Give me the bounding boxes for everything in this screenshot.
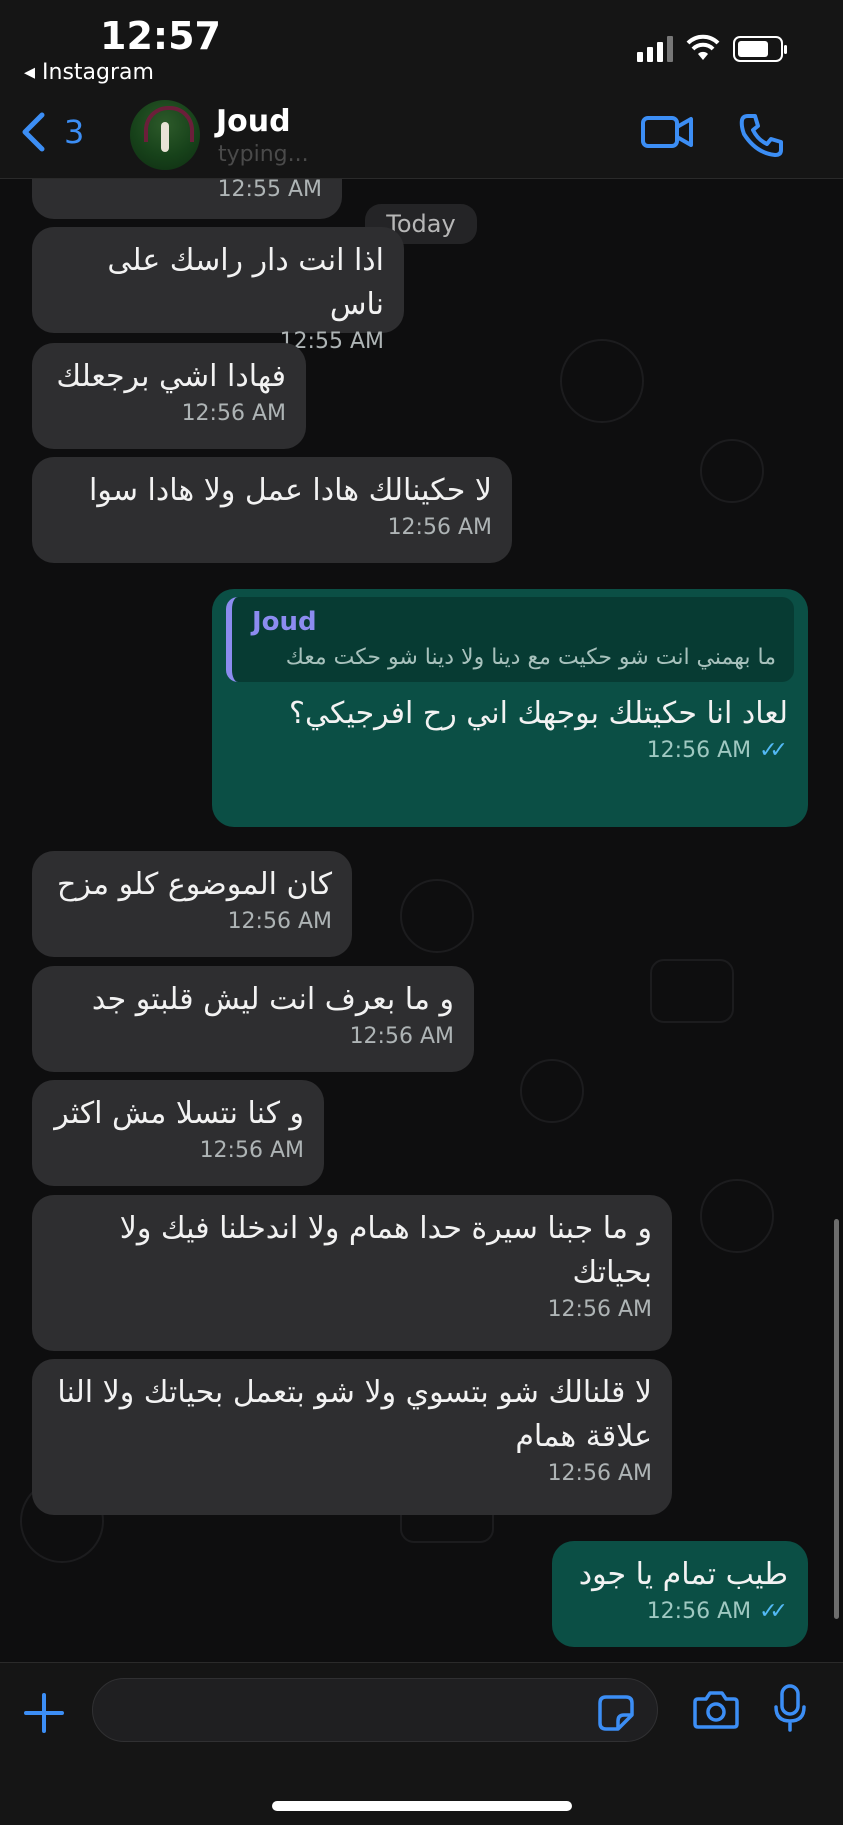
message-text: كان الموضوع كلو مزح <box>57 867 332 902</box>
message-text: لعاد انا حكيتلك بوجهك اني رح افرجيكي؟ <box>289 696 788 731</box>
unread-count: 3 <box>64 113 85 151</box>
message-time: 12:56 AM <box>199 1138 304 1163</box>
message-bubble-outgoing[interactable]: Joud ما بهمني انت شو حكيت مع دينا ولا دي… <box>212 589 808 827</box>
sticker-icon[interactable] <box>596 1693 636 1733</box>
clock: 12:57 <box>100 14 221 58</box>
message-text: لا قلنالك شو بتسوي ولا شو بتعمل بحياتك و… <box>57 1375 652 1454</box>
message-text: و ما جبنا سيرة حدا همام ولا اندخلنا فيك … <box>119 1211 652 1290</box>
contact-name[interactable]: Joud <box>216 104 291 139</box>
chat-header: 3 Joud typing... <box>0 100 843 179</box>
message-bubble-incoming[interactable]: لا حكينالك هادا عمل ولا هادا سوا 12:56 A… <box>32 457 512 563</box>
message-text: فهادا اشي برجعلك <box>56 359 286 394</box>
quoted-sender: Joud <box>252 607 317 637</box>
message-time: 12:56 AM <box>181 401 286 426</box>
message-bubble-incoming[interactable]: 12:55 AM <box>32 179 342 219</box>
read-receipt-icon: ✓✓ <box>759 738 788 763</box>
message-time: 12:56 AM <box>547 1297 652 1322</box>
phone-call-icon[interactable] <box>738 112 784 158</box>
battery-icon <box>733 36 787 62</box>
status-icons <box>637 34 787 62</box>
message-time: 12:55 AM <box>217 179 322 202</box>
message-input[interactable] <box>92 1678 658 1742</box>
contact-status: typing... <box>218 142 309 167</box>
scrollbar[interactable] <box>834 1219 839 1619</box>
signal-icon <box>637 36 673 62</box>
camera-icon[interactable] <box>692 1687 740 1731</box>
message-bubble-incoming[interactable]: اذا انت دار راسك على ناس 12:55 AM <box>32 227 404 354</box>
message-bubble-incoming[interactable]: فهادا اشي برجعلك 12:56 AM <box>32 343 306 449</box>
message-bubble-incoming[interactable]: كان الموضوع كلو مزح 12:56 AM <box>32 851 352 957</box>
message-time: 12:56 AM <box>227 909 332 934</box>
read-receipt-icon: ✓✓ <box>759 1599 788 1624</box>
quoted-reply[interactable]: Joud ما بهمني انت شو حكيت مع دينا ولا دي… <box>226 597 794 682</box>
message-time: 12:56 AM <box>547 1461 652 1486</box>
quoted-text: ما بهمني انت شو حكيت مع دينا ولا دينا شو… <box>285 645 776 670</box>
home-indicator[interactable] <box>272 1801 572 1811</box>
message-bubble-outgoing[interactable]: طيب تمام يا جود 12:56 AM ✓✓ <box>552 1541 808 1647</box>
message-text: و ما بعرف انت ليش قلبتو جد <box>91 982 454 1017</box>
message-bubble-incoming[interactable]: و كنا نتسلا مش اكثر 12:56 AM <box>32 1080 324 1186</box>
video-call-icon[interactable] <box>640 112 694 152</box>
status-bar: 12:57 ◂ Instagram <box>0 0 843 100</box>
message-time: 12:56 AM <box>646 1599 752 1624</box>
microphone-icon[interactable] <box>772 1683 808 1733</box>
wifi-icon <box>686 34 720 60</box>
plus-icon[interactable] <box>22 1691 66 1735</box>
message-list[interactable]: 12:55 AM Today اذا انت دار راسك على ناس … <box>0 179 843 1662</box>
message-text: لا حكينالك هادا عمل ولا هادا سوا <box>89 473 492 508</box>
message-bubble-incoming[interactable]: و ما بعرف انت ليش قلبتو جد 12:56 AM <box>32 966 474 1072</box>
message-time: 12:56 AM <box>349 1024 454 1049</box>
chevron-left-icon <box>22 112 45 152</box>
message-text: اذا انت دار راسك على ناس <box>107 243 384 322</box>
message-bubble-incoming[interactable]: و ما جبنا سيرة حدا همام ولا اندخلنا فيك … <box>32 1195 672 1351</box>
message-time: 12:56 AM <box>646 738 752 763</box>
message-text: طيب تمام يا جود <box>578 1557 788 1592</box>
back-button[interactable]: 3 <box>20 112 84 152</box>
message-bubble-incoming[interactable]: لا قلنالك شو بتسوي ولا شو بتعمل بحياتك و… <box>32 1359 672 1515</box>
message-time: 12:56 AM <box>387 515 492 540</box>
avatar[interactable] <box>130 100 200 170</box>
message-text: و كنا نتسلا مش اكثر <box>54 1096 304 1131</box>
back-to-instagram-link[interactable]: ◂ Instagram <box>24 60 154 85</box>
composer-bar <box>0 1662 843 1825</box>
